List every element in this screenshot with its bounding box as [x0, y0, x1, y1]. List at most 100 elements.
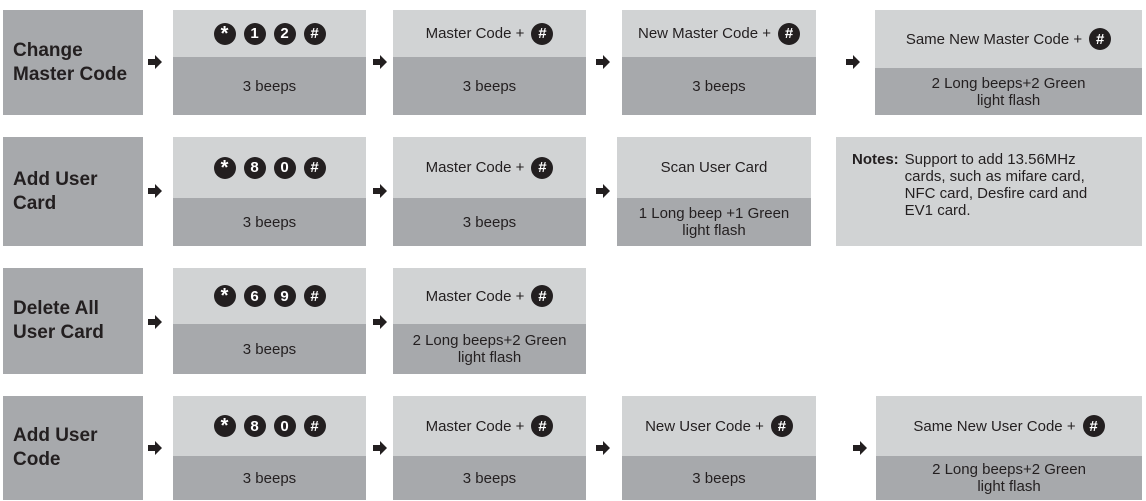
- row-label-delete-all-user-card: Delete All User Card: [3, 268, 143, 374]
- step-box: New Master Code + # 3 beeps: [622, 10, 816, 115]
- step-action-text: New Master Code +: [638, 25, 771, 42]
- asterisk-key-icon: *: [213, 156, 236, 179]
- row-label-text: Delete All User Card: [13, 298, 104, 343]
- arrow-right-icon: [148, 441, 162, 455]
- row-label-text: Add User Card: [13, 168, 98, 214]
- asterisk-key-icon: *: [213, 22, 236, 45]
- hash-key-icon: #: [531, 285, 554, 307]
- digit-key-icon: 8: [243, 415, 266, 437]
- arrow-right-icon: [373, 441, 387, 455]
- notes-text: Support to add 13.56MHz cards, such as m…: [904, 151, 1088, 219]
- step-action: Same New User Code + #: [876, 396, 1142, 456]
- step-action: Master Code + #: [393, 137, 586, 198]
- step-result: 3 beeps: [622, 57, 816, 115]
- step-action-text: Same New User Code +: [913, 417, 1076, 435]
- step-box: Master Code + # 2 Long beeps+2 Green lig…: [393, 268, 586, 374]
- step-action: * 6 9 #: [173, 268, 366, 324]
- step-action: Master Code + #: [393, 396, 586, 456]
- hash-key-icon: #: [303, 285, 326, 307]
- step-action: Same New Master Code + #: [875, 10, 1142, 68]
- row-label-add-user-code: Add User Code: [3, 396, 143, 500]
- arrow-right-icon: [846, 55, 860, 69]
- step-box: Same New User Code + # 2 Long beeps+2 Gr…: [876, 396, 1142, 500]
- step-action: New User Code + #: [622, 396, 816, 456]
- key-sequence: * 8 0 #: [213, 156, 326, 179]
- asterisk-key-icon: *: [213, 415, 236, 437]
- key-sequence: * 1 2 #: [213, 22, 326, 45]
- hash-key-icon: #: [531, 156, 554, 179]
- row-label-text: Add User Code: [13, 425, 98, 470]
- arrow-right-icon: [596, 441, 610, 455]
- step-action: * 8 0 #: [173, 137, 366, 198]
- arrow-right-icon: [373, 55, 387, 69]
- hash-key-icon: #: [770, 415, 793, 437]
- step-box: * 8 0 # 3 beeps: [173, 137, 366, 246]
- arrow-right-icon: [148, 55, 162, 69]
- arrow-right-icon: [148, 184, 162, 198]
- step-result: 3 beeps: [173, 57, 366, 115]
- step-action-text: Master Code +: [425, 159, 525, 176]
- step-action: Master Code + #: [393, 10, 586, 57]
- step-action: * 1 2 #: [173, 10, 366, 57]
- step-action-text: Master Code +: [425, 287, 525, 305]
- step-action-text: Scan User Card: [660, 159, 768, 176]
- hash-key-icon: #: [303, 415, 326, 437]
- step-result: 3 beeps: [393, 198, 586, 246]
- digit-key-icon: 2: [273, 22, 296, 45]
- step-box: Master Code + # 3 beeps: [393, 396, 586, 500]
- digit-key-icon: 8: [243, 156, 266, 179]
- step-result: 3 beeps: [393, 57, 586, 115]
- step-box: * 8 0 # 3 beeps: [173, 396, 366, 500]
- step-result: 3 beeps: [622, 456, 816, 500]
- row-label-change-master-code: Change Master Code: [3, 10, 143, 115]
- step-result: 3 beeps: [173, 198, 366, 246]
- digit-key-icon: 0: [273, 415, 296, 437]
- step-action-text: New User Code +: [645, 417, 764, 435]
- step-box: Same New Master Code + # 2 Long beeps+2 …: [875, 10, 1142, 115]
- step-result: 1 Long beep +1 Green light flash: [617, 198, 811, 246]
- arrow-right-icon: [373, 184, 387, 198]
- key-sequence: * 6 9 #: [213, 285, 326, 307]
- step-box: Scan User Card 1 Long beep +1 Green ligh…: [617, 137, 811, 246]
- step-action-text: Master Code +: [425, 25, 525, 42]
- arrow-right-icon: [596, 55, 610, 69]
- step-action: New Master Code + #: [622, 10, 816, 57]
- arrow-right-icon: [373, 315, 387, 329]
- step-box: Master Code + # 3 beeps: [393, 10, 586, 115]
- step-action-text: Master Code +: [425, 417, 525, 435]
- notes-box: Notes: Support to add 13.56MHz cards, su…: [836, 137, 1142, 246]
- hash-key-icon: #: [1089, 28, 1112, 50]
- step-box: New User Code + # 3 beeps: [622, 396, 816, 500]
- hash-key-icon: #: [777, 22, 800, 45]
- step-action: Master Code + #: [393, 268, 586, 324]
- digit-key-icon: 0: [273, 156, 296, 179]
- step-action: Scan User Card: [617, 137, 811, 198]
- step-result: 3 beeps: [173, 456, 366, 500]
- arrow-right-icon: [853, 441, 867, 455]
- asterisk-key-icon: *: [213, 285, 236, 307]
- hash-key-icon: #: [303, 156, 326, 179]
- step-box: Master Code + # 3 beeps: [393, 137, 586, 246]
- step-result: 2 Long beeps+2 Green light flash: [876, 456, 1142, 500]
- step-box: * 1 2 # 3 beeps: [173, 10, 366, 115]
- row-label-text: Change Master Code: [13, 39, 128, 85]
- hash-key-icon: #: [531, 22, 554, 45]
- digit-key-icon: 1: [243, 22, 266, 45]
- step-result: 3 beeps: [393, 456, 586, 500]
- notes-label: Notes:: [852, 151, 899, 168]
- row-label-add-user-card: Add User Card: [3, 137, 143, 246]
- hash-key-icon: #: [303, 22, 326, 45]
- step-action-text: Same New Master Code +: [905, 30, 1083, 48]
- step-action: * 8 0 #: [173, 396, 366, 456]
- step-result: 2 Long beeps+2 Green light flash: [875, 68, 1142, 115]
- arrow-right-icon: [148, 315, 162, 329]
- digit-key-icon: 6: [243, 285, 266, 307]
- step-result: 2 Long beeps+2 Green light flash: [393, 324, 586, 374]
- arrow-right-icon: [596, 184, 610, 198]
- key-sequence: * 8 0 #: [213, 415, 326, 437]
- step-result: 3 beeps: [173, 324, 366, 374]
- hash-key-icon: #: [1082, 415, 1105, 437]
- digit-key-icon: 9: [273, 285, 296, 307]
- hash-key-icon: #: [531, 415, 554, 437]
- step-box: * 6 9 # 3 beeps: [173, 268, 366, 374]
